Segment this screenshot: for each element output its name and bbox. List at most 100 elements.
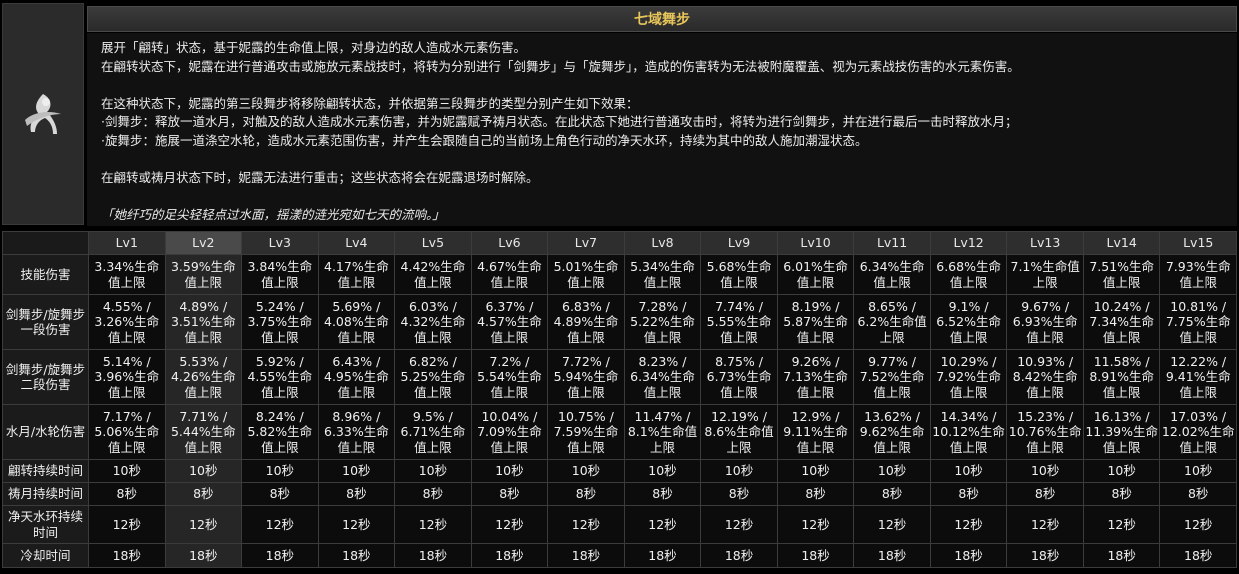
table-cell: 9.67% / 6.93%生命值上限 <box>1006 294 1084 350</box>
level-header-4: Lv4 <box>317 231 396 255</box>
table-cell: 18秒 <box>470 543 549 568</box>
table-cell: 7.71% / 5.44%生命值上限 <box>164 404 243 460</box>
table-cell: 3.59%生命值上限 <box>164 254 243 295</box>
table-cell: 10秒 <box>317 459 396 483</box>
table-row: 水月/水轮伤害 7.17% / 5.06%生命值上限 7.71% / 5.44%生命… <box>2 404 1237 460</box>
table-cell: 8秒 <box>164 482 243 506</box>
table-cell: 15.23% / 10.76%生命值上限 <box>1006 404 1084 460</box>
table-row: 剑舞步/旋舞步二段伤害 5.14% / 3.96%生命值上限 5.53% / 4.2… <box>2 349 1237 405</box>
table-cell: 7.28% / 5.22%生命值上限 <box>623 294 702 350</box>
table-cell: 10秒 <box>1082 459 1161 483</box>
table-cell: 9.5% / 6.71%生命值上限 <box>394 404 472 460</box>
level-header-8: Lv8 <box>623 231 702 255</box>
table-cell: 7.72% / 5.94%生命值上限 <box>547 349 625 405</box>
row-label: 水月/水轮伤害 <box>2 404 89 460</box>
table-cell: 10秒 <box>470 459 549 483</box>
skill-description: 展开「翩转」状态，基于妮露的生命值上限，对身边的敌人造成水元素伤害。在翩转状态下… <box>87 33 1237 226</box>
table-cell: 10秒 <box>88 459 166 483</box>
table-cell: 18秒 <box>1006 543 1084 568</box>
table-cell: 4.17%生命值上限 <box>317 254 396 295</box>
table-cell: 5.24% / 3.75%生命值上限 <box>241 294 319 350</box>
table-cell: 18秒 <box>700 543 778 568</box>
level-header-1: Lv1 <box>88 231 166 255</box>
table-cell: 4.67%生命值上限 <box>470 254 549 295</box>
table-cell: 8秒 <box>853 482 931 506</box>
table-cell: 10秒 <box>394 459 472 483</box>
table-cell: 14.34% / 10.12%生命值上限 <box>929 404 1008 460</box>
level-header-12: Lv12 <box>929 231 1008 255</box>
table-cell: 12秒 <box>1159 505 1237 544</box>
table-cell: 4.55% / 3.26%生命值上限 <box>88 294 166 350</box>
table-cell: 11.58% / 8.91%生命值上限 <box>1082 349 1161 405</box>
table-row: 冷却时间 18秒 18秒 18秒 18秒 18秒 18秒 18秒 18秒 18秒 18秒 18秒 18秒… <box>2 543 1237 568</box>
table-cell: 5.34%生命值上限 <box>623 254 702 295</box>
table-cell: 12秒 <box>394 505 472 544</box>
table-cell: 10.24% / 7.34%生命值上限 <box>1082 294 1161 350</box>
table-cell: 10秒 <box>623 459 702 483</box>
level-header-6: Lv6 <box>470 231 549 255</box>
table-cell: 3.84%生命值上限 <box>241 254 319 295</box>
table-cell: 5.69% / 4.08%生命值上限 <box>317 294 396 350</box>
table-cell: 10.04% / 7.09%生命值上限 <box>470 404 549 460</box>
table-cell: 12秒 <box>1006 505 1084 544</box>
table-cell: 6.01%生命值上限 <box>776 254 855 295</box>
table-cell: 8秒 <box>394 482 472 506</box>
table-row: 祷月持续时间 8秒 8秒 8秒 8秒 8秒 8秒 8秒 8秒 8秒 8秒 8秒 8秒 8秒 8秒 8秒 <box>2 482 1237 506</box>
table-cell: 12秒 <box>929 505 1008 544</box>
table-cell: 8秒 <box>776 482 855 506</box>
table-cell: 8秒 <box>470 482 549 506</box>
table-cell: 18秒 <box>929 543 1008 568</box>
description-line: 在这种状态下，妮露的第三段舞步将移除翩转状态，并依据第三段舞步的类型分别产生如下… <box>101 95 639 111</box>
table-cell: 18秒 <box>776 543 855 568</box>
table-cell: 8秒 <box>1006 482 1084 506</box>
table-cell: 7.1%生命值上限 <box>1006 254 1084 295</box>
table-cell: 5.68%生命值上限 <box>700 254 778 295</box>
description-line <box>101 188 1223 207</box>
table-cell: 10秒 <box>776 459 855 483</box>
table-row: 剑舞步/旋舞步一段伤害 4.55% / 3.26%生命值上限 4.89% / 3.5… <box>2 294 1237 350</box>
table-cell: 8.65% / 6.2%生命值上限 <box>853 294 931 350</box>
table-cell: 8秒 <box>241 482 319 506</box>
table-cell: 8.23% / 6.34%生命值上限 <box>623 349 702 405</box>
table-cell: 5.92% / 4.55%生命值上限 <box>241 349 319 405</box>
table-cell: 10.29% / 7.92%生命值上限 <box>929 349 1008 405</box>
table-cell: 18秒 <box>88 543 166 568</box>
table-cell: 8秒 <box>547 482 625 506</box>
table-cell: 8秒 <box>1082 482 1161 506</box>
table-cell: 8.19% / 5.87%生命值上限 <box>776 294 855 350</box>
level-header-15: Lv15 <box>1159 231 1237 255</box>
nilou-dance-silhouette-icon <box>25 94 61 134</box>
level-header-10: Lv10 <box>776 231 855 255</box>
table-cell: 7.51%生命值上限 <box>1082 254 1161 295</box>
level-header-row: Lv1 Lv2 Lv3 Lv4 Lv5 Lv6 Lv7 Lv8 Lv9 Lv10 Lv11 Lv12 L… <box>2 231 1237 255</box>
table-cell: 18秒 <box>1159 543 1237 568</box>
table-cell: 12秒 <box>241 505 319 544</box>
row-label: 翩转持续时间 <box>2 459 89 483</box>
row-label: 剑舞步/旋舞步二段伤害 <box>2 349 89 405</box>
table-cell: 8秒 <box>700 482 778 506</box>
table-cell: 10秒 <box>1159 459 1237 483</box>
description-line: 在翩转状态下，妮露在进行普通攻击或施放元素战技时，将转为分别进行「剑舞步」与「旋… <box>101 58 1020 74</box>
row-label: 祷月持续时间 <box>2 482 89 506</box>
corner-cell <box>2 231 89 255</box>
level-header-5: Lv5 <box>394 231 472 255</box>
table-cell: 11.47% / 8.1%生命值上限 <box>623 404 702 460</box>
table-cell: 8秒 <box>88 482 166 506</box>
table-cell: 6.82% / 5.25%生命值上限 <box>394 349 472 405</box>
table-cell: 12秒 <box>88 505 166 544</box>
description-line: 展开「翩转」状态，基于妮露的生命值上限，对身边的敌人造成水元素伤害。 <box>101 40 527 55</box>
table-row: 翩转持续时间 10秒 10秒 10秒 10秒 10秒 10秒 10秒 10秒 10秒 10秒 10秒 1… <box>2 459 1237 483</box>
table-cell: 10.75% / 7.59%生命值上限 <box>547 404 625 460</box>
table-cell: 5.01%生命值上限 <box>547 254 625 295</box>
row-label: 净天水环持续时间 <box>2 505 89 544</box>
level-header-7: Lv7 <box>547 231 625 255</box>
description-line: ·旋舞步：施展一道涤空水轮，造成水元素范围伤害，并产生会跟随自己的当前场上角色行… <box>101 132 868 148</box>
table-cell: 18秒 <box>317 543 396 568</box>
table-cell: 12秒 <box>164 505 243 544</box>
table-cell: 10秒 <box>929 459 1008 483</box>
table-cell: 8秒 <box>1159 482 1237 506</box>
level-header-14: Lv14 <box>1082 231 1161 255</box>
table-cell: 7.93%生命值上限 <box>1159 254 1237 295</box>
skill-icon-frame <box>2 3 84 225</box>
table-cell: 5.14% / 3.96%生命值上限 <box>88 349 166 405</box>
